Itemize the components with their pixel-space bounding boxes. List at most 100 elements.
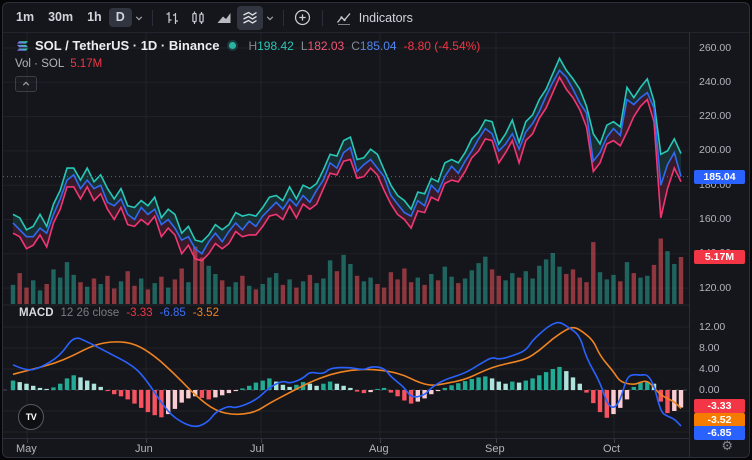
volume-bar — [341, 255, 345, 304]
macd-name[interactable]: MACD — [19, 307, 54, 319]
chart-type-bars-button[interactable] — [159, 6, 185, 30]
volume-bar — [524, 271, 528, 304]
volume-bar — [463, 279, 467, 305]
volume-bar — [254, 289, 258, 304]
chart-type-hlc-lines-button[interactable] — [237, 6, 263, 30]
current-price-badge: 185.04 — [694, 170, 745, 184]
macd-histogram-bar — [254, 383, 258, 390]
compare-add-symbol-button[interactable] — [290, 6, 316, 30]
time-axis[interactable]: MayJunJulAugSepOct — [3, 438, 689, 458]
chart-canvas[interactable] — [3, 33, 689, 438]
volume-bar — [638, 278, 642, 304]
macd-histogram-bar — [139, 390, 143, 408]
volume-bar — [335, 271, 339, 304]
change-value: -8.80 (-4.54%) — [404, 39, 481, 53]
indicators-label: Indicators — [359, 11, 413, 25]
macd-histogram-bar — [389, 390, 393, 393]
close-value: 185.04 — [360, 39, 397, 53]
macd-histogram-bar — [611, 390, 615, 414]
volume-bar — [227, 287, 231, 304]
volume-bar — [173, 279, 177, 304]
volume-bar — [571, 269, 575, 304]
price-axis[interactable]: ⚙ 260.00240.00220.00200.00180.00160.0014… — [689, 33, 749, 457]
volume-bar — [672, 264, 676, 304]
volume-bar — [422, 285, 426, 304]
macd-histogram-bar — [11, 381, 15, 390]
market-status-dot — [229, 42, 236, 49]
volume-bar — [180, 269, 184, 305]
toolbar-separator — [283, 10, 284, 26]
macd-histogram-bar — [402, 390, 406, 401]
macd-histogram-bar — [476, 377, 480, 390]
volume-bar — [652, 265, 656, 304]
macd-histogram-bar — [497, 382, 501, 390]
macd-histogram-bar — [287, 387, 291, 390]
indicators-button[interactable]: Indicators — [329, 6, 419, 30]
volume-bar — [132, 286, 136, 304]
volume-bar — [476, 263, 480, 304]
interval-30m-button[interactable]: 30m — [41, 8, 80, 27]
volume-bar — [267, 278, 271, 304]
volume-bar — [449, 277, 453, 304]
macd-signal-value: -3.52 — [193, 307, 219, 319]
interval-1d-button[interactable]: D — [109, 8, 132, 27]
macd-histogram-bar — [180, 390, 184, 403]
tradingview-logo-text: TV — [26, 412, 37, 422]
volume-bar — [436, 280, 440, 304]
volume-bar — [200, 258, 204, 304]
macd-histogram-bar — [126, 390, 130, 399]
volume-bar — [537, 266, 541, 304]
volume-bar — [105, 276, 109, 304]
volume-bar — [321, 279, 325, 305]
chart-type-candles-button[interactable] — [185, 6, 211, 30]
interval-menu-chevron[interactable] — [132, 6, 146, 30]
macd-histogram-bar — [18, 382, 22, 390]
macd-histogram-bar — [598, 390, 602, 412]
macd-histogram-bar — [186, 390, 190, 398]
chart-area: SOL / TetherUS · 1D · Binance H198.42 L1… — [3, 33, 749, 457]
macd-histogram-bar — [443, 388, 447, 390]
macd-histogram-bar — [119, 390, 123, 396]
macd-histogram-bar — [335, 384, 339, 390]
macd-histogram-bar — [544, 372, 548, 390]
volume-bar — [119, 281, 123, 304]
macd-histogram-bar — [321, 384, 325, 390]
macd-histogram-bar — [38, 388, 42, 390]
volume-bar — [584, 282, 588, 304]
macd-histogram-bar — [355, 390, 359, 392]
volume-bar — [281, 285, 285, 304]
chart-type-area-button[interactable] — [211, 6, 237, 30]
volume-bar — [274, 273, 278, 304]
macd-histogram-bar — [638, 383, 642, 390]
volume-bar — [490, 269, 494, 304]
macd-histogram-bar — [85, 381, 89, 390]
chevron-down-icon — [135, 14, 143, 22]
volume-bar — [261, 284, 265, 304]
macd-histogram-bar — [200, 390, 204, 398]
volume-bar — [659, 239, 663, 305]
interval-1h-button[interactable]: 1h — [80, 8, 109, 27]
price-tick-label: 200.00 — [699, 144, 731, 156]
macd-histogram-bar — [308, 384, 312, 390]
chart-type-menu-chevron[interactable] — [263, 6, 277, 30]
volume-bar — [11, 285, 15, 304]
symbol-title[interactable]: SOL / TetherUS · 1D · Binance — [35, 38, 219, 53]
macd-histogram-bar — [490, 378, 494, 390]
ohlc-values: H198.42 L182.03 C185.04 -8.80 (-4.54%) — [248, 39, 480, 53]
month-label: Jul — [250, 443, 264, 455]
tradingview-logo[interactable]: TV — [18, 404, 44, 430]
volume-bar — [368, 278, 372, 304]
volume-bar — [517, 278, 521, 304]
volume-bar — [294, 288, 298, 304]
volume-bar — [544, 259, 548, 304]
volume-bar — [65, 262, 69, 304]
legend-collapse-button[interactable] — [15, 76, 37, 92]
volume-bar — [645, 276, 649, 304]
indicators-icon — [335, 9, 353, 27]
macd-tick-label: 0.00 — [699, 384, 719, 396]
interval-1m-button[interactable]: 1m — [9, 8, 41, 27]
axis-settings-gear-icon[interactable]: ⚙ — [721, 438, 733, 454]
macd-histogram-bar — [571, 377, 575, 390]
macd-histogram-bar — [368, 390, 372, 392]
volume-label: Vol · SOL — [15, 58, 64, 70]
